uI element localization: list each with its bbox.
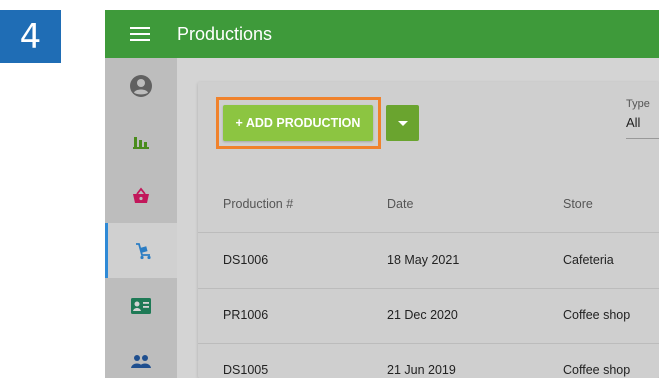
bar-chart-icon (133, 136, 149, 149)
type-filter-label: Type (626, 98, 650, 110)
row-divider (198, 232, 659, 233)
sidebar-item-sales[interactable] (105, 168, 177, 223)
row-divider (198, 288, 659, 289)
chevron-down-icon (397, 120, 408, 126)
production-number-cell: DS1005 (223, 363, 269, 377)
account-circle-icon (130, 74, 152, 97)
app-bar: Productions (105, 10, 659, 58)
column-header-production[interactable]: Production # (223, 197, 293, 211)
date-cell: 21 Dec 2020 (387, 308, 458, 322)
sidebar (105, 58, 177, 378)
sidebar-item-productions[interactable] (105, 223, 177, 278)
app-window: Productions + ADD PRODUCTION Type All Pr… (105, 10, 659, 378)
column-header-store[interactable]: Store (563, 197, 593, 211)
production-number-cell: DS1006 (223, 253, 269, 267)
column-header-date[interactable]: Date (387, 197, 413, 211)
basket-icon (133, 187, 149, 203)
row-divider (198, 343, 659, 344)
production-number-cell: PR1006 (223, 308, 269, 322)
date-cell: 21 Jun 2019 (387, 363, 456, 377)
productions-card: + ADD PRODUCTION Type All Production # D… (198, 82, 659, 378)
menu-icon[interactable] (130, 23, 150, 45)
hand-truck-icon (135, 242, 151, 259)
store-cell: Cafeteria (563, 253, 614, 267)
store-cell: Coffee shop (563, 308, 631, 322)
date-cell: 18 May 2021 (387, 253, 460, 267)
sidebar-item-contacts[interactable] (105, 278, 177, 333)
sidebar-item-account[interactable] (105, 58, 177, 113)
sidebar-item-reports[interactable] (105, 113, 177, 168)
type-filter-underline (626, 138, 659, 139)
people-icon (131, 354, 151, 368)
page-title: Productions (177, 23, 273, 44)
sidebar-item-people[interactable] (105, 333, 177, 378)
store-cell: Coffee shop (563, 363, 631, 377)
contact-card-icon (131, 297, 151, 314)
add-production-dropdown-button[interactable] (386, 105, 419, 141)
add-production-button[interactable]: + ADD PRODUCTION (223, 105, 373, 141)
step-number-badge: 4 (0, 10, 61, 63)
type-filter-select[interactable]: All (626, 115, 640, 130)
main-content: + ADD PRODUCTION Type All Production # D… (177, 58, 659, 378)
